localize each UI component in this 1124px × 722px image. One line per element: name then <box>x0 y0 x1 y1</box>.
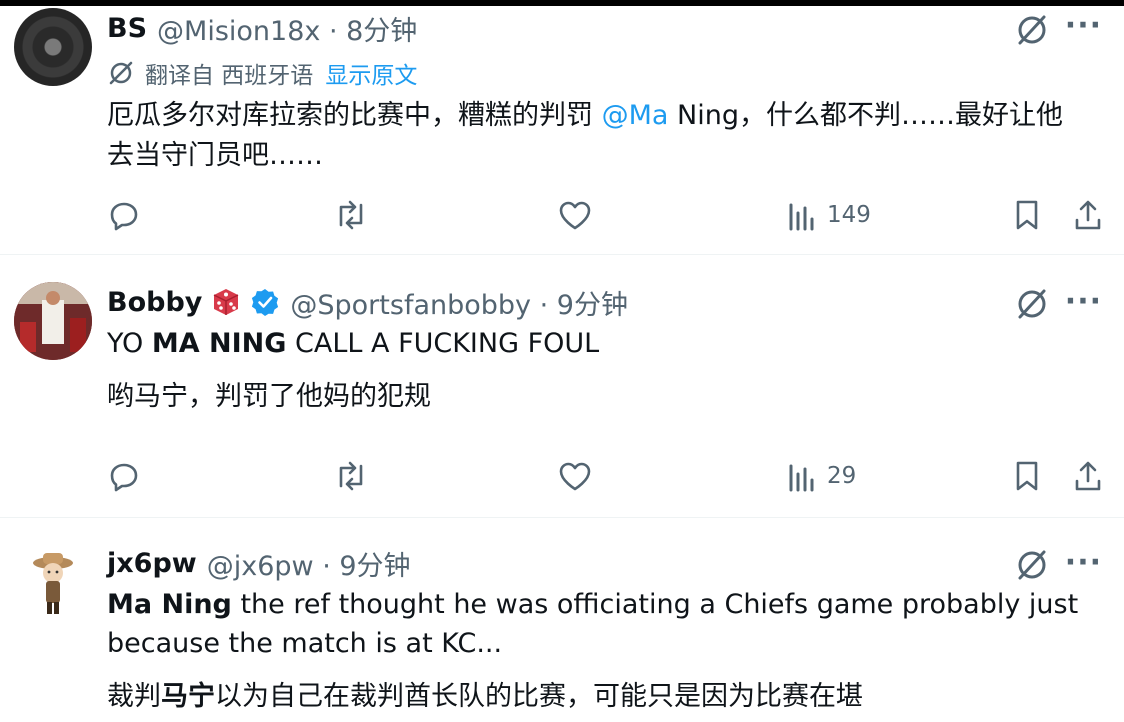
reply-button[interactable] <box>107 195 141 235</box>
views-button[interactable]: 149 <box>787 195 871 235</box>
verified-badge-icon[interactable] <box>250 287 280 317</box>
bookmark-button[interactable] <box>1012 456 1042 496</box>
retweet-button[interactable] <box>332 456 370 496</box>
more-icon[interactable]: ··· <box>1065 8 1102 43</box>
share-icon <box>1075 461 1101 491</box>
bookmark-icon <box>1016 461 1038 491</box>
like-icon <box>559 201 591 230</box>
translation-note: 翻译自 西班牙语 显示原文 <box>107 56 417 90</box>
tweet-text: Ma Ning the ref thought he was officiati… <box>107 585 1107 663</box>
display-name[interactable]: Bobby <box>107 287 202 318</box>
handle-time[interactable]: @jx6pw · 9分钟 <box>207 544 411 583</box>
text-segment: the ref thought he was officiating a Chi… <box>231 589 1079 620</box>
text-bold-segment: MA NING <box>151 328 287 359</box>
tweet-bs[interactable]: BS @Mision18x · 8分钟 ··· 翻译自 西班牙语 显示原文 厄瓜… <box>0 6 1124 255</box>
text-segment: 裁判 <box>107 681 161 712</box>
views-count: 29 <box>827 463 857 489</box>
like-button[interactable] <box>557 195 593 235</box>
avatar-illustration <box>33 553 73 614</box>
views-button[interactable]: 29 <box>787 456 856 496</box>
reply-icon <box>110 202 138 231</box>
tweet-text: YO MA NING CALL A FUCKING FOUL <box>107 324 1107 364</box>
grok-icon[interactable] <box>1014 12 1050 48</box>
text-segment: because the match is at KC... <box>107 628 503 659</box>
retweet-icon <box>339 461 363 491</box>
text-segment: Ning，什么都不判……最好让他 <box>668 100 1063 131</box>
text-bold-segment: Ma Ning <box>107 589 232 620</box>
like-button[interactable] <box>557 456 593 496</box>
display-name[interactable]: BS <box>107 13 147 44</box>
retweet-button[interactable] <box>332 195 370 235</box>
avatar[interactable] <box>14 545 92 623</box>
avatar-photo <box>14 282 92 360</box>
mention-link[interactable]: @Ma <box>602 100 669 131</box>
like-icon <box>559 462 591 491</box>
text-segment: 去当守门员吧…… <box>107 140 323 171</box>
handle-time[interactable]: @Sportsfanbobby · 9分钟 <box>290 283 628 322</box>
translated-from: 翻译自 西班牙语 <box>145 63 314 89</box>
tweet-header: jx6pw @jx6pw · 9分钟 <box>107 543 411 583</box>
action-bar: 29 <box>107 456 1107 496</box>
text-segment: YO <box>107 328 152 359</box>
bookmark-icon <box>1016 200 1038 230</box>
share-button[interactable] <box>1072 195 1104 235</box>
dice-icon <box>210 286 242 318</box>
text-segment: CALL A FUCKING FOUL <box>286 328 600 359</box>
text-segment: 厄瓜多尔对库拉索的比赛中，糟糕的判罚 <box>107 100 602 131</box>
reply-icon <box>110 463 138 492</box>
display-name[interactable]: jx6pw <box>107 548 197 579</box>
translation-text: 哟马宁，判罚了他妈的犯规 <box>107 381 431 412</box>
action-bar: 149 <box>107 195 1107 235</box>
reply-button[interactable] <box>107 456 141 496</box>
show-original-link[interactable]: 显示原文 <box>325 56 417 90</box>
grok-icon[interactable] <box>1014 547 1050 583</box>
views-icon <box>789 464 814 492</box>
share-button[interactable] <box>1072 456 1104 496</box>
views-count: 149 <box>827 202 871 228</box>
avatar[interactable] <box>14 282 92 360</box>
share-icon <box>1075 200 1101 230</box>
more-icon[interactable]: ··· <box>1065 284 1102 319</box>
grok-icon[interactable] <box>1014 286 1050 322</box>
views-icon <box>789 203 814 231</box>
tweet-text: 厄瓜多尔对库拉索的比赛中，糟糕的判罚 @Ma Ning，什么都不判……最好让他 … <box>107 96 1107 176</box>
bookmark-button[interactable] <box>1012 195 1042 235</box>
more-icon[interactable]: ··· <box>1065 545 1102 580</box>
tweet-header: BS @Mision18x · 8分钟 <box>107 8 417 48</box>
translation-text: 裁判马宁以为自己在裁判酋长队的比赛，可能只是因为比赛在堪 <box>107 677 1107 717</box>
avatar[interactable] <box>14 8 92 86</box>
handle-time[interactable]: @Mision18x · 8分钟 <box>157 9 417 48</box>
translate-icon <box>109 61 133 85</box>
text-bold-segment: 马宁 <box>161 681 215 712</box>
retweet-icon <box>339 200 363 230</box>
text-segment: 以为自己在裁判酋长队的比赛，可能只是因为比赛在堪 <box>215 681 863 712</box>
tweet-header: Bobby @Sportsfanbobby · 9分钟 <box>107 282 628 322</box>
